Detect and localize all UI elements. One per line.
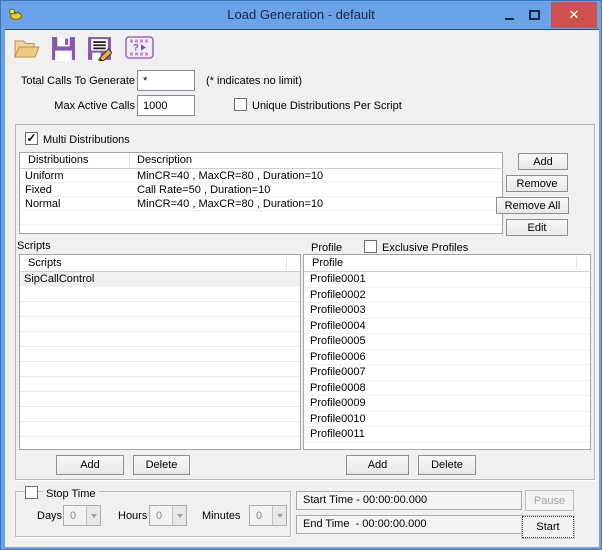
distribution-row[interactable]: Fixed Call Rate=50 , Duration=10	[20, 183, 502, 197]
hours-label: Hours	[118, 510, 148, 522]
profile-list-item[interactable]: Profile0003	[304, 303, 590, 319]
client-area: ? Total Calls To Generate (* indicates n…	[5, 29, 599, 547]
unique-distributions-checkbox[interactable]	[234, 98, 247, 111]
minutes-dropdown-button	[272, 506, 286, 525]
distribution-description: MinCR=40 , MaxCR=80 , Duration=10	[137, 170, 324, 182]
exclusive-profiles-label: Exclusive Profiles	[382, 242, 469, 254]
days-label: Days	[37, 510, 63, 522]
save-icon[interactable]	[51, 36, 79, 62]
max-active-calls-input[interactable]	[137, 95, 195, 116]
minimize-button[interactable]	[497, 2, 522, 28]
end-time-display: End Time - 00:00:00.000	[296, 515, 522, 534]
start-button[interactable]: Start	[522, 516, 574, 538]
distribution-row[interactable]: Normal MinCR=40 , MaxCR=80 , Duration=10	[20, 197, 502, 211]
minutes-select: 0	[249, 505, 287, 526]
column-header-description: Description	[137, 154, 193, 166]
distribution-name: Uniform	[25, 170, 64, 182]
hours-value: 0	[156, 510, 163, 522]
window-controls: ✕	[497, 1, 597, 28]
hours-select: 0	[149, 505, 187, 526]
hours-dropdown-button	[172, 506, 186, 525]
column-header-distributions: Distributions	[20, 153, 130, 168]
profile-section-label: Profile	[311, 242, 343, 254]
script-add-button[interactable]: Add	[56, 455, 124, 475]
save-as-icon[interactable]	[87, 36, 115, 63]
profile-list-item[interactable]: Profile0001	[304, 272, 590, 288]
no-limit-hint: (* indicates no limit)	[206, 75, 302, 87]
days-dropdown-button	[86, 506, 100, 525]
unique-distributions-label: Unique Distributions Per Script	[252, 100, 402, 112]
days-value: 0	[70, 510, 77, 522]
scripts-section-label: Scripts	[17, 240, 51, 252]
total-calls-input[interactable]	[137, 70, 195, 91]
distribution-edit-button[interactable]: Edit	[506, 219, 568, 236]
stop-time-checkbox[interactable]	[25, 486, 38, 499]
empty-cell	[20, 225, 130, 233]
distribution-name: Normal	[25, 198, 61, 210]
open-file-icon[interactable]	[13, 36, 41, 62]
distributions-table-header: Distributions Description	[20, 153, 502, 169]
empty-cell	[130, 211, 502, 224]
days-select: 0	[63, 505, 101, 526]
profile-delete-button[interactable]: Delete	[418, 455, 476, 475]
profile-column-header: Profile	[304, 255, 590, 272]
table-row-empty	[20, 211, 502, 225]
profile-list-item[interactable]: Profile0008	[304, 381, 590, 396]
close-icon: ✕	[568, 6, 580, 22]
profile-list: Profile Profile0001 Profile0002 Profile0…	[303, 254, 591, 450]
distribution-remove-all-button[interactable]: Remove All	[496, 197, 569, 214]
profile-add-button[interactable]: Add	[346, 455, 409, 475]
distribution-add-button[interactable]: Add	[518, 153, 568, 170]
chevron-down-icon	[90, 513, 97, 518]
profile-list-item[interactable]: Profile0002	[304, 288, 590, 303]
multi-distributions-checkbox[interactable]: ✓	[25, 132, 38, 145]
pause-button: Pause	[525, 490, 574, 511]
scripts-column-header: Scripts	[20, 255, 300, 272]
distribution-description: MinCR=40 , MaxCR=80 , Duration=10	[137, 198, 324, 210]
profile-list-item[interactable]: Profile0011	[304, 427, 590, 443]
minutes-value: 0	[256, 510, 263, 522]
profile-list-item[interactable]: Profile0010	[304, 412, 590, 427]
check-icon: ✓	[26, 131, 37, 145]
distribution-name: Fixed	[25, 184, 52, 196]
minimize-icon	[505, 17, 514, 20]
scripts-list: Scripts SipCallControl	[19, 254, 301, 450]
distribution-description: Call Rate=50 , Duration=10	[137, 184, 271, 196]
empty-cell	[130, 225, 502, 233]
svg-text:?: ?	[133, 43, 139, 54]
load-generation-window: Load Generation - default ✕ ? Total Call…	[0, 0, 602, 550]
profile-list-item[interactable]: Profile0006	[304, 350, 590, 365]
scripts-list-empty-rows	[20, 287, 300, 449]
profile-list-item[interactable]: Profile0005	[304, 334, 590, 350]
distribution-row[interactable]: Uniform MinCR=40 , MaxCR=80 , Duration=1…	[20, 169, 502, 183]
distribution-remove-button[interactable]: Remove	[506, 175, 568, 192]
profile-list-item[interactable]: Profile0004	[304, 319, 590, 334]
maximize-icon	[529, 9, 540, 20]
chevron-down-icon	[176, 513, 183, 518]
stop-time-label: Stop Time	[43, 488, 99, 500]
total-calls-label: Total Calls To Generate	[20, 75, 135, 87]
close-button[interactable]: ✕	[551, 1, 597, 28]
maximize-button[interactable]	[522, 2, 547, 28]
chevron-down-icon	[276, 513, 283, 518]
empty-cell	[20, 211, 130, 224]
script-delete-button[interactable]: Delete	[133, 455, 190, 475]
profile-list-item[interactable]: Profile0007	[304, 365, 590, 381]
test-video-help-icon[interactable]: ?	[125, 36, 154, 62]
multi-distributions-label: Multi Distributions	[43, 134, 130, 146]
distributions-table: Distributions Description Uniform MinCR=…	[19, 152, 503, 234]
titlebar: Load Generation - default ✕	[1, 1, 601, 29]
table-row-empty	[20, 225, 502, 233]
start-time-display: Start Time - 00:00:00.000	[296, 491, 522, 510]
minutes-label: Minutes	[202, 510, 241, 522]
script-list-item[interactable]: SipCallControl	[20, 272, 300, 287]
max-active-calls-label: Max Active Calls	[54, 100, 135, 112]
exclusive-profiles-checkbox[interactable]	[364, 240, 377, 253]
profile-list-item[interactable]: Profile0009	[304, 396, 590, 412]
